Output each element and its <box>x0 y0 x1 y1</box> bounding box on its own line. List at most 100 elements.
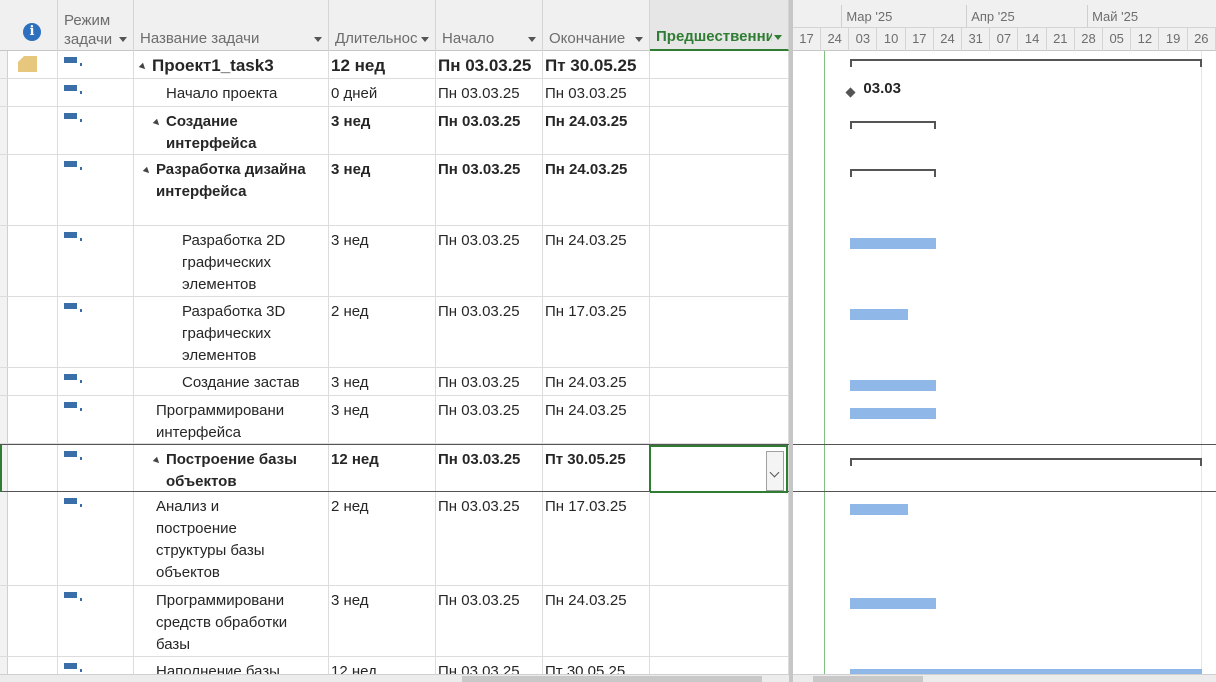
finish-date-cell[interactable]: Пн 17.03.25 <box>543 297 650 367</box>
column-header-start[interactable]: Начало <box>436 0 543 51</box>
duration-cell[interactable]: 3 нед <box>329 586 436 656</box>
task-row[interactable]: Разработка 3D графических элементов 2 нед… <box>0 297 789 368</box>
predecessors-editor[interactable] <box>649 445 788 493</box>
predecessors-cell[interactable] <box>650 79 789 106</box>
finish-date-cell[interactable]: Пн 03.03.25 <box>543 79 650 106</box>
task-mode-cell[interactable] <box>58 445 134 491</box>
column-filter-arrow-icon[interactable] <box>314 37 322 42</box>
start-date-cell[interactable]: Пн 03.03.25 <box>436 155 543 225</box>
task-mode-cell[interactable] <box>58 107 134 154</box>
predecessors-dropdown-button[interactable] <box>766 451 784 491</box>
task-bar[interactable] <box>850 504 908 515</box>
start-date-cell[interactable]: Пн 03.03.25 <box>436 51 543 78</box>
start-date-cell[interactable]: Пн 03.03.25 <box>436 492 543 585</box>
task-mode-cell[interactable] <box>58 226 134 296</box>
column-filter-arrow-icon[interactable] <box>421 37 429 42</box>
task-mode-cell[interactable] <box>58 51 134 78</box>
column-header-finish[interactable]: Окончание <box>543 0 650 51</box>
task-name-cell[interactable]: Разработка дизайна интерфейса <box>134 155 329 225</box>
predecessors-cell[interactable] <box>650 155 789 225</box>
column-filter-arrow-icon[interactable] <box>774 35 782 40</box>
start-date-cell[interactable]: Пн 03.03.25 <box>436 79 543 106</box>
column-filter-arrow-icon[interactable] <box>635 37 643 42</box>
note-icon[interactable] <box>18 56 37 72</box>
predecessors-cell[interactable] <box>650 297 789 367</box>
task-mode-cell[interactable] <box>58 396 134 443</box>
predecessors-cell[interactable] <box>650 396 789 443</box>
predecessors-cell[interactable] <box>650 492 789 585</box>
column-filter-arrow-icon[interactable] <box>528 37 536 42</box>
predecessors-cell[interactable] <box>650 368 789 395</box>
collapse-triangle-icon[interactable] <box>138 62 148 72</box>
start-date-cell[interactable]: Пн 03.03.25 <box>436 368 543 395</box>
finish-date-cell[interactable]: Пт 30.05.25 <box>543 445 650 491</box>
task-mode-cell[interactable] <box>58 79 134 106</box>
task-name-cell[interactable]: Начало проекта <box>134 79 329 106</box>
finish-date-cell[interactable]: Пн 24.03.25 <box>543 226 650 296</box>
task-row[interactable]: Разработка 2D графических элементов 3 нед… <box>0 226 789 297</box>
duration-cell[interactable]: 3 нед <box>329 396 436 443</box>
task-name-cell[interactable]: Проект1_task3 <box>134 51 329 78</box>
duration-cell[interactable]: 3 нед <box>329 368 436 395</box>
task-row[interactable]: Создание застав 3 нед Пн 03.03.25 Пн 24.03.… <box>0 368 789 396</box>
start-date-cell[interactable]: Пн 03.03.25 <box>436 445 543 491</box>
start-date-cell[interactable]: Пн 03.03.25 <box>436 396 543 443</box>
duration-cell[interactable]: 12 нед <box>329 51 436 78</box>
start-date-cell[interactable]: Пн 03.03.25 <box>436 107 543 154</box>
duration-cell[interactable]: 3 нед <box>329 226 436 296</box>
info-column-header[interactable]: i <box>0 0 58 51</box>
task-bar[interactable] <box>850 598 936 609</box>
summary-bar[interactable] <box>850 169 936 177</box>
finish-date-cell[interactable]: Пт 30.05.25 <box>543 51 650 78</box>
task-row[interactable]: Программировани интерфейса 3 нед Пн 03.03.… <box>0 396 789 444</box>
milestone-diamond[interactable] <box>845 87 856 98</box>
duration-cell[interactable]: 3 нед <box>329 107 436 154</box>
predecessors-cell[interactable] <box>650 586 789 656</box>
start-date-cell[interactable]: Пн 03.03.25 <box>436 226 543 296</box>
task-name-cell[interactable]: Программировани интерфейса <box>134 396 329 443</box>
collapse-triangle-icon[interactable] <box>152 118 162 128</box>
finish-date-cell[interactable]: Пн 24.03.25 <box>543 368 650 395</box>
finish-date-cell[interactable]: Пн 24.03.25 <box>543 396 650 443</box>
collapse-triangle-icon[interactable] <box>152 456 162 466</box>
start-date-cell[interactable]: Пн 03.03.25 <box>436 297 543 367</box>
collapse-triangle-icon[interactable] <box>142 166 152 176</box>
finish-date-cell[interactable]: Пн 24.03.25 <box>543 107 650 154</box>
project-summary-bar[interactable] <box>850 59 1202 67</box>
column-header-predecessors[interactable]: Предшественни <box>650 0 789 51</box>
task-row[interactable]: Разработка дизайна интерфейса 3 нед Пн 03.… <box>0 155 789 226</box>
duration-cell[interactable]: 2 нед <box>329 492 436 585</box>
finish-date-cell[interactable]: Пн 24.03.25 <box>543 155 650 225</box>
duration-cell[interactable]: 3 нед <box>329 155 436 225</box>
duration-cell[interactable]: 0 дней <box>329 79 436 106</box>
column-header-mode[interactable]: Режим задачи <box>58 0 134 51</box>
duration-cell[interactable]: 12 нед <box>329 445 436 491</box>
predecessors-cell[interactable] <box>650 107 789 154</box>
finish-date-cell[interactable]: Пн 24.03.25 <box>543 586 650 656</box>
task-mode-cell[interactable] <box>58 155 134 225</box>
task-mode-cell[interactable] <box>58 297 134 367</box>
task-name-cell[interactable]: Программировани средств обработки базы <box>134 586 329 656</box>
task-row[interactable]: Создание интерфейса 3 нед Пн 03.03.25 Пн 24… <box>0 107 789 155</box>
task-name-cell[interactable]: Создание застав <box>134 368 329 395</box>
task-row[interactable]: Построение базы объектов 12 нед Пн 03.03.2… <box>0 444 789 493</box>
task-name-cell[interactable]: Построение базы объектов <box>134 445 329 491</box>
scrollbar-thumb[interactable] <box>813 676 923 682</box>
summary-bar[interactable] <box>850 458 1202 466</box>
task-mode-cell[interactable] <box>58 586 134 656</box>
task-name-cell[interactable]: Создание интерфейса <box>134 107 329 154</box>
task-name-cell[interactable]: Разработка 3D графических элементов <box>134 297 329 367</box>
column-header-name[interactable]: Название задачи <box>134 0 329 51</box>
task-name-cell[interactable]: Анализ и построение структуры базы объек… <box>134 492 329 585</box>
predecessors-cell[interactable] <box>650 51 789 78</box>
task-bar[interactable] <box>850 408 936 419</box>
finish-date-cell[interactable]: Пн 17.03.25 <box>543 492 650 585</box>
start-date-cell[interactable]: Пн 03.03.25 <box>436 586 543 656</box>
task-mode-cell[interactable] <box>58 368 134 395</box>
gantt-horizontal-scrollbar[interactable] <box>793 674 1216 682</box>
column-header-duration[interactable]: Длительнос <box>329 0 436 51</box>
column-filter-arrow-icon[interactable] <box>119 37 127 42</box>
task-mode-cell[interactable] <box>58 492 134 585</box>
duration-cell[interactable]: 2 нед <box>329 297 436 367</box>
task-row[interactable]: Проект1_task3 12 нед Пн 03.03.25 Пт 30.05.2… <box>0 51 789 79</box>
